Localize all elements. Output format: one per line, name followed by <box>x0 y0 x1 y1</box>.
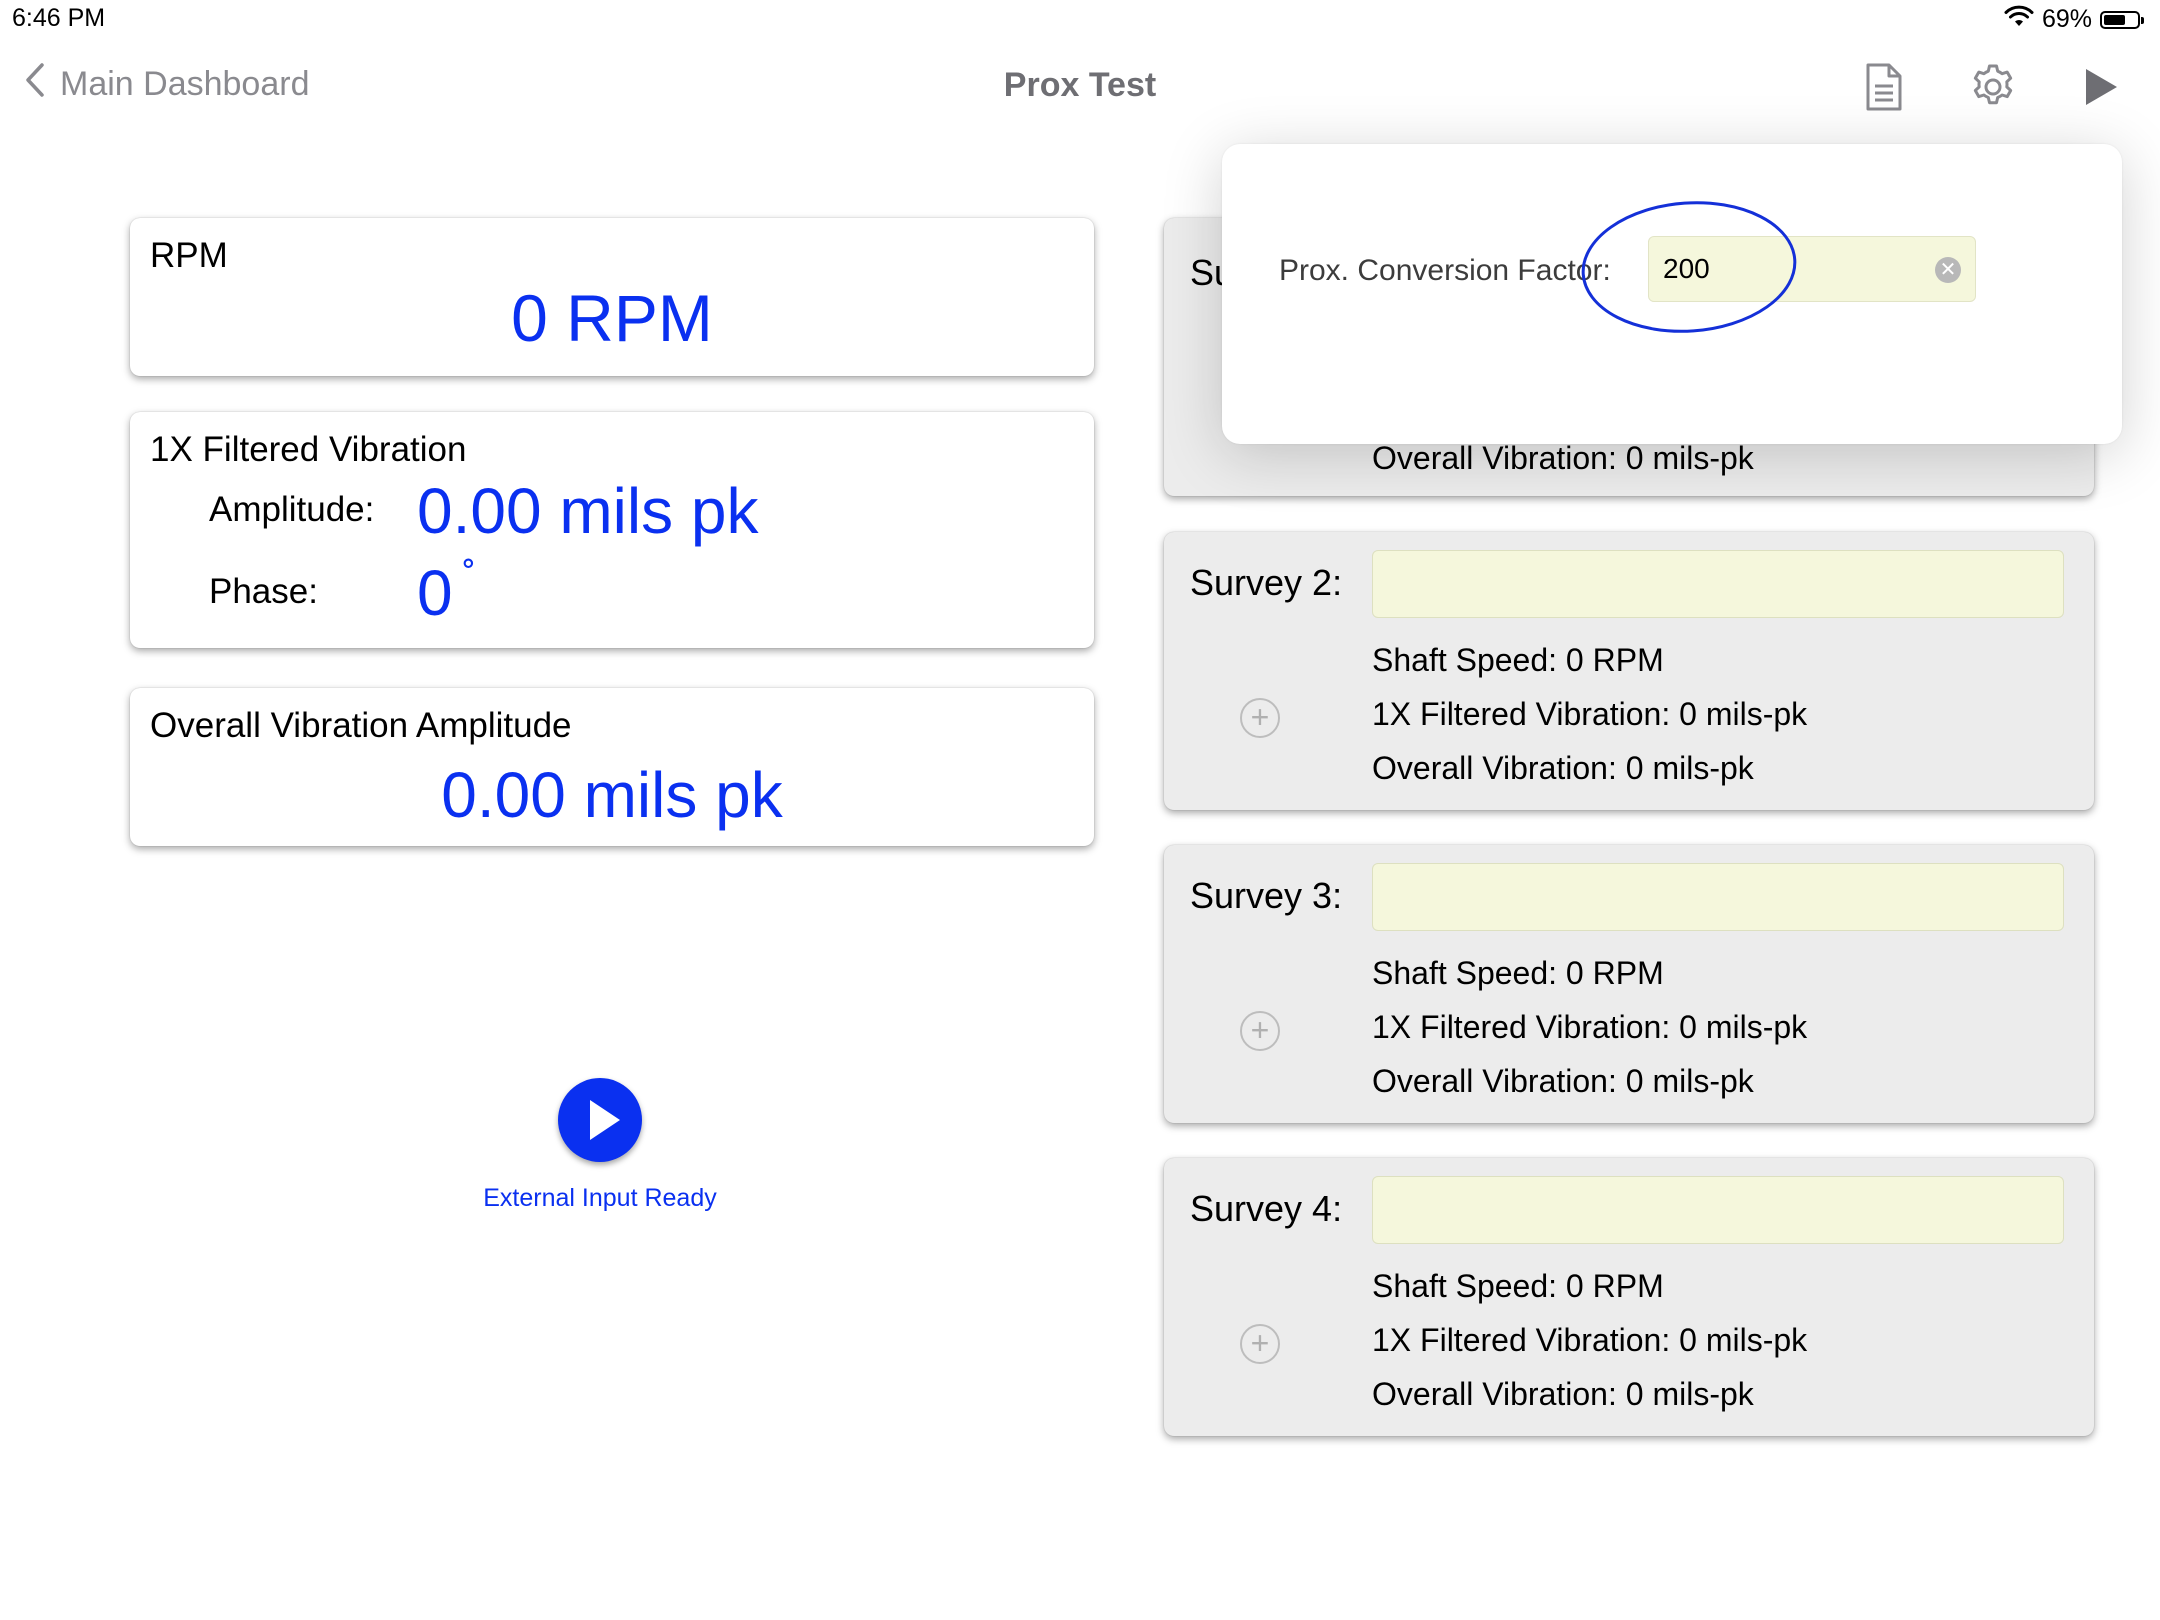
survey-3-label: Survey 3: <box>1190 875 1343 916</box>
survey-2-add-button[interactable]: + <box>1240 698 1280 738</box>
survey-3-input[interactable] <box>1372 863 2064 931</box>
wifi-icon <box>2004 4 2034 35</box>
overall-vibration-value: 0.00 mils pk <box>441 759 783 831</box>
survey-3-filtered: 1X Filtered Vibration: 0 mils-pk <box>1372 1009 1808 1045</box>
plus-icon: + <box>1250 1325 1270 1361</box>
battery-percent: 69% <box>2041 5 2092 33</box>
status-indicators: 69% <box>2004 4 2144 35</box>
settings-popover: Prox. Conversion Factor: 200 ✕ <box>1222 144 2122 444</box>
survey-3-shaft-speed: Shaft Speed: 0 RPM <box>1372 955 1664 991</box>
survey-1-overall: Overall Vibration: 0 mils-pk <box>1372 440 1754 476</box>
gear-icon <box>1969 63 2017 116</box>
survey-card-3: Survey 3: + Shaft Speed: 0 RPM 1X Filter… <box>1164 845 2094 1123</box>
survey-4-overall: Overall Vibration: 0 mils-pk <box>1372 1376 1754 1412</box>
survey-2-overall: Overall Vibration: 0 mils-pk <box>1372 750 1754 786</box>
page-title: Prox Test <box>1003 66 1157 104</box>
rpm-card: RPM 0 RPM <box>130 218 1094 376</box>
phase-value: 0 ˚ <box>417 556 476 630</box>
degree-symbol: ˚ <box>462 556 476 600</box>
rpm-card-title: RPM <box>150 236 228 275</box>
play-icon <box>2083 67 2119 112</box>
amplitude-value: 0.00 mils pk <box>417 475 759 547</box>
phase-label: Phase: <box>209 572 318 611</box>
battery-fill <box>2104 14 2125 25</box>
survey-3-add-button[interactable]: + <box>1240 1011 1280 1051</box>
survey-2-label: Survey 2: <box>1190 562 1343 603</box>
survey-2-input[interactable] <box>1372 550 2064 618</box>
clear-icon[interactable]: ✕ <box>1935 257 1961 283</box>
survey-4-filtered: 1X Filtered Vibration: 0 mils-pk <box>1372 1322 1808 1358</box>
survey-2-filtered: 1X Filtered Vibration: 0 mils-pk <box>1372 696 1808 732</box>
rpm-value: 0 RPM <box>511 281 713 355</box>
survey-4-shaft-speed: Shaft Speed: 0 RPM <box>1372 1268 1664 1304</box>
survey-2-shaft-speed: Shaft Speed: 0 RPM <box>1372 642 1664 678</box>
popover-arrow <box>1971 124 2015 146</box>
survey-card-2: Survey 2: + Shaft Speed: 0 RPM 1X Filter… <box>1164 532 2094 810</box>
survey-card-4: Survey 4: + Shaft Speed: 0 RPM 1X Filter… <box>1164 1158 2094 1436</box>
filtered-vibration-title: 1X Filtered Vibration <box>150 430 467 469</box>
settings-button[interactable] <box>1966 62 2020 116</box>
status-time: 6:46 PM <box>12 4 106 32</box>
filtered-vibration-card: 1X Filtered Vibration Amplitude: 0.00 mi… <box>130 412 1094 648</box>
conversion-factor-label: Prox. Conversion Factor: <box>1279 254 1611 287</box>
report-button[interactable] <box>1857 62 1911 116</box>
external-input-play-button[interactable] <box>558 1078 642 1162</box>
survey-4-input[interactable] <box>1372 1176 2064 1244</box>
plus-icon: + <box>1250 1012 1270 1048</box>
external-input-status: External Input Ready <box>483 1184 717 1212</box>
annotation-ellipse <box>1581 201 1797 333</box>
overall-vibration-card: Overall Vibration Amplitude 0.00 mils pk <box>130 688 1094 846</box>
survey-3-overall: Overall Vibration: 0 mils-pk <box>1372 1063 1754 1099</box>
survey-4-add-button[interactable]: + <box>1240 1324 1280 1364</box>
survey-4-label: Survey 4: <box>1190 1188 1343 1229</box>
amplitude-label: Amplitude: <box>209 490 375 529</box>
document-icon <box>1864 62 1904 117</box>
overall-vibration-title: Overall Vibration Amplitude <box>150 706 572 745</box>
play-button[interactable] <box>2074 62 2128 116</box>
battery-icon <box>2100 10 2144 29</box>
plus-icon: + <box>1250 699 1270 735</box>
phase-number: 0 <box>417 557 453 629</box>
